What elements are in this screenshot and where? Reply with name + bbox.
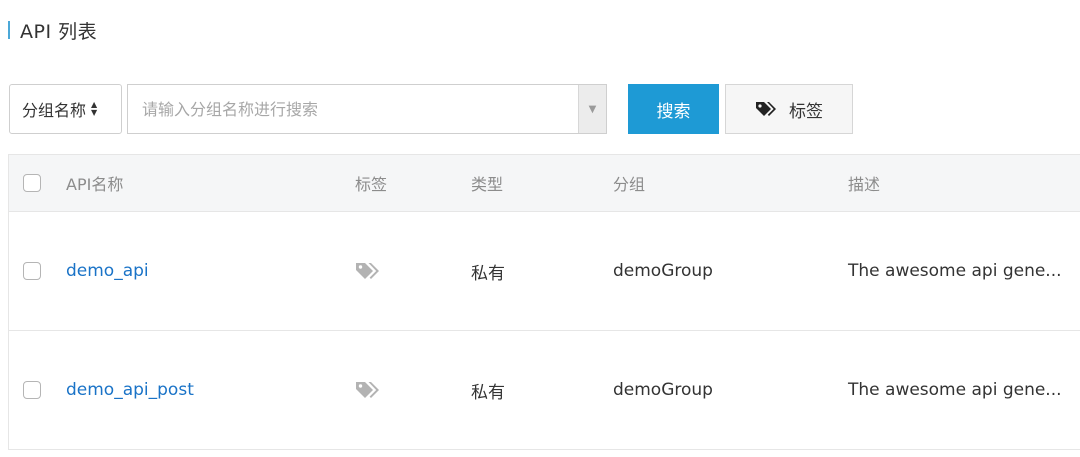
tag-cell [355, 331, 381, 449]
select-all-checkbox[interactable] [23, 174, 41, 192]
api-table: API名称 标签 类型 分组 描述 demo_api 私有 demoGroup … [8, 154, 1080, 450]
row-checkbox-cell [23, 212, 41, 330]
description-cell: The awesome api gene... [848, 261, 1062, 281]
api-name-link[interactable]: demo_api_post [66, 380, 194, 400]
group-name-select[interactable]: 分组名称 ▲ ▼ [9, 84, 122, 134]
search-dropdown-toggle[interactable]: ▼ [578, 85, 606, 133]
page-title: API 列表 [20, 20, 98, 43]
table-row: demo_api 私有 demoGroup The awesome api ge… [8, 212, 1080, 331]
chevron-down-icon: ▼ [588, 103, 597, 115]
sort-arrows-icon: ▲ ▼ [91, 100, 98, 117]
tag-icon [755, 101, 777, 117]
table-row: demo_api_post 私有 demoGroup The awesome a… [8, 331, 1080, 450]
row-checkbox[interactable] [23, 381, 41, 399]
group-select-label: 分组名称 [22, 101, 87, 120]
group-cell: demoGroup [613, 261, 713, 281]
type-cell: 私有 [471, 263, 505, 284]
search-button[interactable]: 搜索 [628, 84, 719, 134]
tag-cell [355, 212, 381, 330]
search-input[interactable] [128, 85, 578, 133]
table-header-row: API名称 标签 类型 分组 描述 [8, 154, 1080, 212]
tag-button-label: 标签 [789, 101, 823, 122]
row-checkbox-cell [23, 331, 41, 449]
tag-icon[interactable] [355, 261, 381, 281]
search-box: ▼ [127, 84, 607, 134]
api-name-cell: demo_api_post [66, 331, 194, 449]
tag-filter-button[interactable]: 标签 [725, 84, 853, 134]
column-header-description: 描述 [848, 175, 881, 194]
description-cell: The awesome api gene... [848, 380, 1062, 400]
column-header-type: 类型 [471, 175, 504, 194]
search-toolbar: 分组名称 ▲▼ ▼ 搜索 标签 [9, 84, 853, 134]
column-header-tag: 标签 [355, 175, 388, 194]
api-name-cell: demo_api [66, 212, 149, 330]
tag-icon[interactable] [355, 380, 381, 400]
page-title-bar: API 列表 [8, 18, 98, 43]
api-name-link[interactable]: demo_api [66, 261, 149, 281]
column-header-group: 分组 [613, 175, 646, 194]
group-cell: demoGroup [613, 380, 713, 400]
title-accent-bar [8, 21, 10, 39]
column-header-api-name: API名称 [66, 175, 124, 194]
type-cell: 私有 [471, 382, 505, 403]
row-checkbox[interactable] [23, 262, 41, 280]
header-checkbox-cell [23, 155, 41, 211]
